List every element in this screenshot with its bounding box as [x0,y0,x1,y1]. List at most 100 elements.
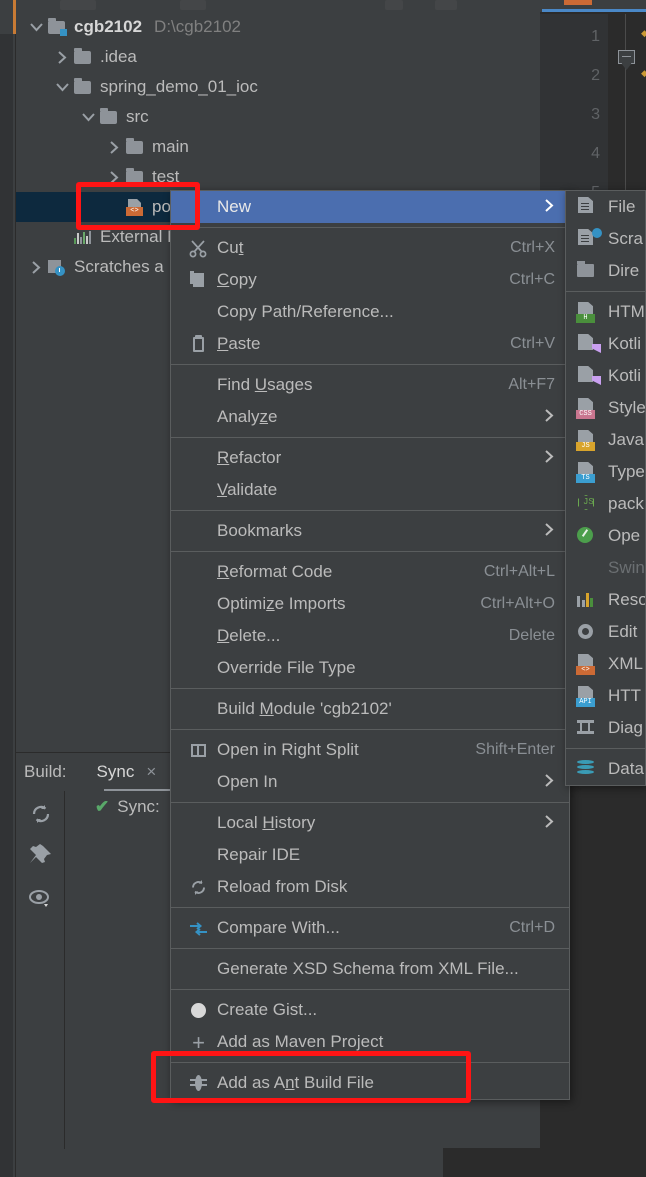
menu-item-local-history[interactable]: Local History [171,807,569,839]
submenu-item-java[interactable]: JS Java [566,424,645,456]
submenu-item-data[interactable]: Data [566,753,645,785]
submenu-item-kotli[interactable]: Kotli [566,328,645,360]
menu-separator [171,437,569,438]
menu-item-build-module-cgb2102[interactable]: Build Module 'cgb2102' [171,693,569,725]
context-menu[interactable]: New Cut Ctrl+X Copy Ctrl+C Copy Path/Referenc… [170,190,570,1100]
rail-dark-strip [0,34,13,1177]
menu-item-repair-ide[interactable]: Repair IDE [171,839,569,871]
menu-item-label: Compare With... [217,918,340,937]
new-submenu[interactable]: File Scra Dire H HTM Kotli Kotli CSS Style JS Java… [565,190,646,786]
submenu-item-scra[interactable]: Scra [566,223,645,255]
menu-item-find-usages[interactable]: Find Usages Alt+F7 [171,369,569,401]
collapsed-region-marker-icon[interactable] [618,50,635,70]
menu-item-label: Copy Path/Reference... [217,302,394,321]
submenu-item-label: File [608,197,636,216]
chevron-right-icon [544,773,555,791]
tree-item-src[interactable]: src [16,102,540,132]
menu-item-open-in-right-split[interactable]: Open in Right Split Shift+Enter [171,734,569,766]
submenu-separator [566,291,645,292]
menu-item-label: Open In [217,772,278,791]
menu-icon-spacer [185,844,217,866]
build-tab-sync[interactable]: Sync [97,762,135,782]
submenu-item-diag[interactable]: Diag [566,712,645,744]
submenu-item-type[interactable]: TS Type [566,456,645,488]
submenu-item-style[interactable]: CSS Style [566,392,645,424]
menu-item-new[interactable]: New [171,191,569,223]
menu-item-validate[interactable]: Validate [171,474,569,506]
menu-item-label: Paste [217,334,261,353]
line-number: 2 [591,67,600,84]
menu-item-copy-path-reference[interactable]: Copy Path/Reference... [171,296,569,328]
menu-item-label: Optimize Imports [217,594,346,613]
submenu-item-label: HTM [608,302,645,321]
menu-item-compare-with[interactable]: Compare With... Ctrl+D [171,912,569,944]
ant-icon [185,1072,217,1094]
menu-separator [171,227,569,228]
menu-item-generate-xsd-schema-from-xml-file[interactable]: Generate XSD Schema from XML File... [171,953,569,985]
tree-item-spring-demo-01-ioc[interactable]: spring_demo_01_ioc [16,72,540,102]
chevron-down-icon[interactable] [78,112,98,123]
menu-item-override-file-type[interactable]: Override File Type [171,652,569,684]
toolbar-ghost-button-1[interactable] [60,0,96,10]
submenu-item-kotli[interactable]: Kotli [566,360,645,392]
paste-icon [185,333,217,355]
close-icon[interactable]: × [146,762,156,782]
menu-icon-spacer [185,812,217,834]
submenu-item-file[interactable]: File [566,191,645,223]
submenu-item-reso[interactable]: Reso [566,584,645,616]
pin-icon[interactable] [28,843,54,869]
submenu-item-xml[interactable]: <> XML [566,648,645,680]
menu-item-copy[interactable]: Copy Ctrl+C [171,264,569,296]
submenu-item-htm[interactable]: H HTM [566,296,645,328]
chevron-right-icon[interactable] [52,50,72,64]
menu-item-refactor[interactable]: Refactor [171,442,569,474]
editor-tab-bar[interactable] [540,0,646,12]
menu-item-label: Find Usages [217,375,313,394]
folder-icon [124,167,146,187]
chevron-right-icon[interactable] [26,260,46,274]
toolbar-ghost-button-2[interactable] [180,0,206,10]
submenu-item-ope[interactable]: Ope [566,520,645,552]
menu-item-add-as-ant-build-file[interactable]: Add as Ant Build File [171,1067,569,1099]
submenu-item-edit[interactable]: Edit [566,616,645,648]
submenu-item-htt[interactable]: API HTT [566,680,645,712]
chevron-right-icon[interactable] [104,140,124,154]
eye-icon[interactable] [28,885,54,911]
menu-item-bookmarks[interactable]: Bookmarks [171,515,569,547]
menu-item-optimize-imports[interactable]: Optimize Imports Ctrl+Alt+O [171,588,569,620]
green-check-icon: ✔ [95,797,110,816]
submenu-item-label: Kotli [608,366,642,385]
menu-item-shortcut: Ctrl+C [509,271,555,288]
rerun-icon[interactable] [28,801,54,827]
menu-item-analyze[interactable]: Analyze [171,401,569,433]
chevron-down-icon[interactable] [26,22,46,33]
chevron-down-icon[interactable] [52,82,72,93]
toolbar-ghost-button-4[interactable] [435,0,457,10]
menu-item-label: Local History [217,813,316,832]
tree-item-main[interactable]: main [16,132,540,162]
module-folder-icon [46,17,68,37]
build-sync-status-text: Sync: [117,797,160,816]
resource-bundle-icon [574,589,602,611]
menu-item-reformat-code[interactable]: Reformat Code Ctrl+Alt+L [171,556,569,588]
chevron-right-icon[interactable] [104,170,124,184]
menu-item-cut[interactable]: Cut Ctrl+X [171,232,569,264]
menu-item-add-as-maven-project[interactable]: + Add as Maven Project [171,1026,569,1058]
submenu-item-label: Style [608,398,646,417]
submenu-item-dire[interactable]: Dire [566,255,645,287]
menu-icon-spacer [185,625,217,647]
menu-item-delete[interactable]: Delete... Delete [171,620,569,652]
submenu-item-swin[interactable]: Swin [566,552,645,584]
submenu-item-pack[interactable]: JS pack [566,488,645,520]
tree-item-test[interactable]: test [16,162,540,192]
toolbar-ghost-button-3[interactable] [385,0,403,10]
menu-item-shortcut: Ctrl+Alt+L [483,563,555,580]
gist-icon [185,999,217,1021]
menu-item-reload-from-disk[interactable]: Reload from Disk [171,871,569,903]
menu-separator [171,729,569,730]
menu-item-create-gist[interactable]: Create Gist... [171,994,569,1026]
tree-item-idea[interactable]: .idea [16,42,540,72]
menu-item-paste[interactable]: Paste Ctrl+V [171,328,569,360]
menu-item-open-in[interactable]: Open In [171,766,569,798]
tree-item-cgb2102[interactable]: cgb2102 D:\cgb2102 [16,12,540,42]
